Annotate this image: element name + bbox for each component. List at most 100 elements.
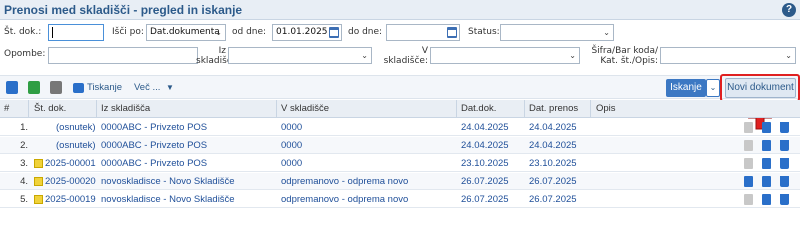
vec-button[interactable]: Več ... (134, 82, 160, 93)
trash-icon[interactable] (780, 176, 789, 187)
od-dne-input[interactable]: 01.01.2025 (272, 24, 342, 41)
copy-icon[interactable] (762, 140, 771, 151)
printer-icon[interactable] (73, 83, 84, 93)
copy-icon[interactable] (762, 122, 771, 133)
print-icon[interactable] (744, 140, 753, 151)
do-dne-input[interactable] (386, 24, 460, 41)
row-v-skladisce: odpremanovo - odprema novo (281, 194, 409, 205)
sifra-select[interactable]: ⌄ (660, 47, 796, 64)
chevron-down-icon: ⌄ (603, 28, 610, 37)
row-v-skladisce: odpremanovo - odprema novo (281, 176, 409, 187)
iskanje-button[interactable]: Iskanje (666, 79, 706, 97)
document-icon[interactable] (50, 81, 62, 94)
row-v-skladisce: 0000 (281, 158, 303, 169)
text-caret (52, 27, 53, 38)
row-dat-prenos: 26.07.2025 (529, 176, 577, 187)
trash-icon[interactable] (780, 122, 789, 133)
row-st-dok[interactable]: (osnutek) (56, 140, 96, 151)
export-icon[interactable] (6, 81, 18, 94)
copy-icon[interactable] (762, 194, 771, 205)
row-number: 3. (20, 158, 28, 169)
trash-icon[interactable] (780, 158, 789, 169)
status-label: Status: (468, 27, 500, 37)
chevron-down-icon: ⌄ (361, 51, 368, 60)
copy-icon[interactable] (762, 158, 771, 169)
isci-po-label: Išči po: (112, 27, 144, 37)
row-dat-prenos: 24.04.2025 (529, 122, 577, 133)
table-row[interactable]: 1. (osnutek) 0000ABC - Privzeto POS 0000… (0, 119, 800, 136)
print-icon[interactable] (744, 122, 753, 133)
chevron-down-icon: ⌄ (785, 51, 792, 60)
calendar-icon[interactable] (447, 27, 457, 38)
row-iz-skladisca: 0000ABC - Privzeto POS (101, 140, 208, 151)
row-dat-prenos: 23.10.2025 (529, 158, 577, 169)
isci-po-select[interactable]: Dat.dokumenta ⌄ (146, 24, 226, 41)
copy-icon[interactable] (762, 176, 771, 187)
status-select[interactable]: ⌄ (500, 24, 614, 41)
row-iz-skladisca: novoskladisce - Novo Skladišče (101, 194, 235, 205)
table-row[interactable]: 3. 2025-00001 0000ABC - Privzeto POS 000… (0, 155, 800, 172)
row-number: 5. (20, 194, 28, 205)
row-v-skladisce: 0000 (281, 122, 303, 133)
status-flag-icon (34, 195, 43, 204)
row-number: 2. (20, 140, 28, 151)
row-number: 1. (20, 122, 28, 133)
tiskanje-button[interactable]: Tiskanje (87, 82, 122, 93)
col-header-dat-dok[interactable]: Dat.dok. (461, 103, 496, 114)
v-skladisce-select[interactable]: ⌄ (430, 47, 580, 64)
col-header-num: # (4, 103, 10, 114)
table-row[interactable]: 2. (osnutek) 0000ABC - Privzeto POS 0000… (0, 137, 800, 154)
row-st-dok[interactable]: 2025-00019 (45, 194, 96, 205)
row-iz-skladisca: novoskladisce - Novo Skladišče (101, 176, 235, 187)
iskanje-dropdown-icon[interactable]: ⌄ (706, 79, 720, 97)
od-dne-label: od dne: (232, 27, 267, 37)
col-header-iz-skladisca[interactable]: Iz skladišča (101, 103, 150, 114)
od-dne-value: 01.01.2025 (276, 27, 328, 37)
table-header: # Št. dok. Iz skladišča V skladišče Dat.… (0, 100, 800, 118)
col-header-st-dok[interactable]: Št. dok. (34, 103, 66, 114)
col-header-v-skladisce[interactable]: V skladišče (281, 103, 329, 114)
row-iz-skladisca: 0000ABC - Privzeto POS (101, 122, 208, 133)
trash-icon[interactable] (780, 194, 789, 205)
isci-po-value: Dat.dokumenta (150, 27, 220, 37)
col-header-dat-prenos[interactable]: Dat. prenos (529, 103, 578, 114)
vec-caret-icon[interactable]: ▼ (166, 83, 174, 92)
iz-skladisca-label: Iz skladišča: (196, 46, 241, 66)
row-st-dok[interactable]: (osnutek) (56, 122, 96, 133)
print-icon[interactable] (744, 194, 753, 205)
print-icon[interactable] (744, 158, 753, 169)
row-dat-dok: 26.07.2025 (461, 176, 509, 187)
v-skladisce-label: Vskladišče: (383, 46, 428, 66)
row-st-dok[interactable]: 2025-00001 (45, 158, 96, 169)
trash-icon[interactable] (780, 140, 789, 151)
row-st-dok[interactable]: 2025-00020 (45, 176, 96, 187)
row-dat-dok: 26.07.2025 (461, 194, 509, 205)
print-icon[interactable] (744, 176, 753, 187)
status-flag-icon (34, 159, 43, 168)
opombe-input[interactable] (48, 47, 198, 64)
calendar-icon[interactable] (329, 27, 339, 38)
table-row[interactable]: 5. 2025-00019 novoskladisce - Novo Sklad… (0, 191, 800, 208)
row-dat-prenos: 24.04.2025 (529, 140, 577, 151)
title-bar: Prenosi med skladišči - pregled in iskan… (0, 0, 800, 20)
toolbar: Tiskanje Več ... ▼ Iskanje ⌄ Novi dokume… (0, 74, 800, 102)
filter-panel: Št. dok.: Išči po: Dat.dokumenta ⌄ od dn… (0, 20, 800, 70)
row-iz-skladisca: 0000ABC - Privzeto POS (101, 158, 208, 169)
st-dok-input[interactable] (48, 24, 104, 41)
opombe-label: Opombe: (4, 49, 46, 59)
table-row[interactable]: 4. 2025-00020 novoskladisce - Novo Sklad… (0, 173, 800, 190)
row-dat-dok: 24.04.2025 (461, 122, 509, 133)
sifra-label: Šifra/Bar koda/Kat. št./Opis: (591, 46, 658, 66)
row-number: 4. (20, 176, 28, 187)
novi-dokument-button[interactable]: Novi dokument (725, 78, 796, 98)
row-v-skladisce: 0000 (281, 140, 303, 151)
status-flag-icon (34, 177, 43, 186)
iz-skladisca-select[interactable]: ⌄ (228, 47, 372, 64)
st-dok-label: Št. dok.: (4, 27, 42, 37)
page-title: Prenosi med skladišči - pregled in iskan… (4, 3, 243, 17)
chevron-down-icon: ⌄ (215, 28, 222, 37)
help-icon[interactable]: ? (782, 3, 796, 17)
excel-icon[interactable] (28, 81, 40, 94)
row-dat-dok: 23.10.2025 (461, 158, 509, 169)
col-header-opis[interactable]: Opis (596, 103, 616, 114)
